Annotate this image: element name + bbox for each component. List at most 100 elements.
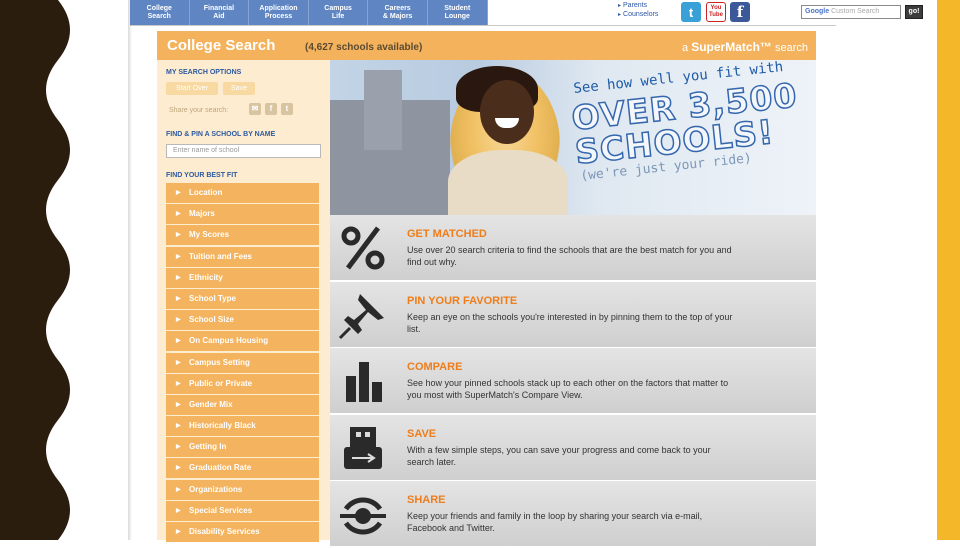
go-button[interactable]: go! [905, 5, 923, 19]
facebook-share-icon[interactable]: f [265, 103, 277, 115]
email-icon[interactable]: ✉ [249, 103, 261, 115]
filter-label: Location [189, 188, 223, 197]
triangle-right-icon: ▶ [176, 190, 181, 196]
filter-school-size[interactable]: ▶ School Size [166, 310, 319, 331]
percent-icon [341, 226, 385, 270]
twitter-icon[interactable]: t [681, 2, 701, 22]
filter-label: Getting In [189, 442, 227, 452]
filter-location[interactable]: ▶ Location [166, 183, 319, 203]
counselors-link-label: Counselors [623, 11, 659, 18]
youtube-icon[interactable]: You Tube [706, 2, 726, 22]
feature-title: PIN YOUR FAVORITE [407, 294, 518, 307]
start-over-button[interactable]: Start Over [166, 82, 218, 95]
filter-disability-services[interactable]: ▶ Disability Services [166, 522, 319, 542]
filter-label: On Campus Housing [189, 336, 269, 346]
triangle-right-icon: ▶ [176, 444, 181, 451]
triangle-right-icon: ▶ [176, 211, 181, 218]
facebook-icon[interactable]: f [730, 2, 750, 22]
student-body-image [448, 150, 568, 215]
filter-label: Organizations [189, 484, 243, 494]
filter-school-type[interactable]: ▶ School Type [166, 288, 319, 309]
pushpin-icon [338, 293, 384, 339]
nav-tab-application-process[interactable]: Application Process [249, 0, 309, 25]
triangle-right-icon: ▶ [176, 486, 181, 493]
feature-compare: COMPARE See how your pinned schools stac… [330, 348, 816, 413]
save-button[interactable]: Save [223, 82, 255, 95]
school-name-input[interactable]: Enter name of school [166, 144, 321, 158]
share-search-label: Share your search: [169, 107, 229, 114]
filter-label: Campus Setting [189, 357, 250, 367]
triangle-right-icon: ▶ [176, 423, 181, 430]
filter-label: School Type [189, 293, 236, 303]
triangle-right-icon: ▶ [176, 359, 181, 366]
nav-tab-campus-life[interactable]: Campus Life [309, 0, 369, 25]
nav-tab-financial-aid[interactable]: Financial Aid [190, 0, 250, 25]
search-placeholder: Custom Search [831, 8, 880, 15]
bar-chart-icon [346, 362, 382, 402]
campus-tower-image [364, 70, 402, 150]
triangle-right-icon: ▶ [176, 529, 181, 535]
filter-my-scores[interactable]: ▶ My Scores [166, 225, 319, 246]
school-count: (4,627 schools available) [305, 42, 423, 53]
feature-description: See how your pinned schools stack up to … [407, 378, 729, 400]
triangle-right-icon: ▶ [176, 380, 181, 387]
branding-name: SuperMatch™ [691, 40, 772, 54]
search-options-heading: MY SEARCH OPTIONS [166, 69, 242, 76]
feature-description: Keep your friends and family in the loop… [407, 511, 703, 533]
feature-pin-favorite: PIN YOUR FAVORITE Keep an eye on the sch… [330, 281, 816, 347]
filter-historically-black[interactable]: ▶ Historically Black [166, 416, 319, 437]
branding-suffix: search [774, 42, 808, 54]
feature-list: GET MATCHED Use over 20 search criteria … [330, 215, 816, 548]
filter-label: Graduation Rate [189, 463, 252, 473]
filter-special-services[interactable]: ▶ Special Services [166, 500, 319, 521]
feature-share: SHARE Keep your friends and family in th… [330, 481, 816, 546]
triangle-right-icon: ▶ [176, 507, 181, 514]
filter-organizations[interactable]: ▶ Organizations [166, 479, 319, 500]
google-brand: Google [805, 8, 830, 15]
filter-label: Tuition and Fees [189, 251, 252, 261]
filter-label: Ethnicity [189, 272, 223, 282]
filter-public-private[interactable]: ▶ Public or Private [166, 373, 319, 394]
filter-label: Disability Services [189, 527, 260, 536]
filter-ethnicity[interactable]: ▶ Ethnicity [166, 267, 319, 288]
filter-tuition-fees[interactable]: ▶ Tuition and Fees [166, 246, 319, 267]
feature-save: SAVE With a few simple steps, you can sa… [330, 414, 816, 480]
filter-on-campus-housing[interactable]: ▶ On Campus Housing [166, 331, 319, 352]
filter-label: Gender Mix [189, 399, 233, 409]
feature-title: COMPARE [407, 361, 463, 373]
triangle-right-icon: ▶ [176, 295, 181, 302]
youtube-icon-bottom: Tube [709, 12, 723, 18]
twitter-share-icon[interactable]: t [281, 103, 293, 115]
filter-majors[interactable]: ▶ Majors [166, 204, 319, 225]
find-pin-heading: FIND & PIN A SCHOOL BY NAME [166, 131, 276, 138]
branding-prefix: a [682, 42, 689, 54]
filter-graduation-rate[interactable]: ▶ Graduation Rate [166, 458, 319, 479]
filter-getting-in[interactable]: ▶ Getting In [166, 437, 319, 458]
google-search-input[interactable]: Google Custom Search [801, 5, 901, 19]
screenshot-edge [128, 0, 132, 540]
filter-label: School Size [189, 315, 234, 325]
triangle-right-icon: ▶ [176, 338, 181, 345]
audience-links: ▸ Parents ▸ Counselors [618, 1, 680, 19]
arrow-right-icon: ▸ [618, 12, 622, 18]
filter-label: My Scores [189, 230, 230, 240]
top-navigation: College Search Financial Aid Application… [130, 0, 923, 26]
counselors-link[interactable]: ▸ Counselors [618, 10, 680, 19]
feature-description: Use over 20 search criteria to find the … [407, 245, 732, 267]
nav-tab-careers-majors[interactable]: Careers & Majors [368, 0, 428, 25]
nav-tab-student-lounge[interactable]: Student Lounge [428, 0, 488, 25]
parents-link-label: Parents [623, 2, 648, 9]
slide-gold-bar [937, 0, 960, 540]
triangle-right-icon: ▶ [176, 317, 181, 324]
filter-gender-mix[interactable]: ▶ Gender Mix [166, 394, 319, 415]
usb-drive-icon [344, 426, 382, 469]
slide-wavy-border [0, 0, 70, 540]
filter-label: Special Services [189, 505, 253, 515]
nav-tab-college-search[interactable]: College Search [130, 0, 190, 25]
parents-link[interactable]: ▸ Parents [618, 1, 680, 10]
hero-banner: See how well you fit with OVER 3,500 SCH… [330, 60, 816, 215]
feature-title: SHARE [407, 494, 446, 506]
supermatch-branding: a SuperMatch™ search [682, 40, 808, 54]
best-fit-heading: FIND YOUR BEST FIT [166, 172, 238, 179]
filter-campus-setting[interactable]: ▶ Campus Setting [166, 352, 319, 373]
